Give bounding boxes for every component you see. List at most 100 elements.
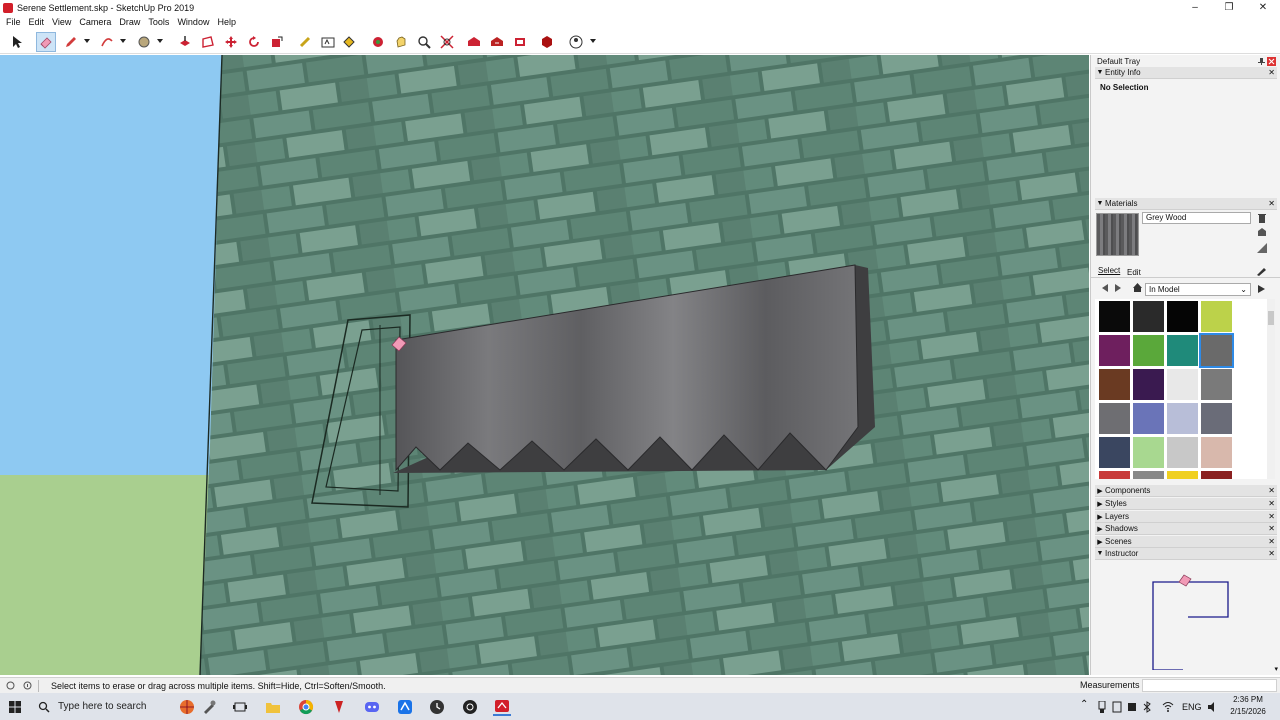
shadows-header[interactable]: ▶ Shadows ✕ — [1095, 523, 1277, 535]
zoom-tool-icon[interactable] — [414, 32, 434, 52]
entity-info-header[interactable]: ▼ Entity Info ✕ — [1095, 67, 1277, 79]
text-tool-icon[interactable] — [318, 32, 338, 52]
material-swatch-selected[interactable] — [1199, 333, 1234, 368]
material-swatch[interactable] — [1167, 437, 1198, 468]
materials-header[interactable]: ▼ Materials ✕ — [1095, 198, 1277, 210]
material-swatch[interactable] — [1099, 471, 1130, 479]
share-model-icon[interactable] — [487, 32, 507, 52]
eraser-tool-icon[interactable] — [36, 32, 56, 52]
orbit-tool-icon[interactable] — [368, 32, 388, 52]
zoom-extents-tool-icon[interactable] — [437, 32, 457, 52]
shapes-tool-icon[interactable] — [134, 32, 154, 52]
app-clock-icon[interactable] — [428, 698, 446, 716]
account-dropdown-icon[interactable] — [590, 38, 596, 44]
panel-close-icon[interactable]: ✕ — [1268, 199, 1275, 208]
app-logo-icon[interactable] — [461, 698, 479, 716]
paint-bucket-tool-icon[interactable] — [339, 32, 359, 52]
material-swatch[interactable] — [1167, 369, 1198, 400]
scenes-header[interactable]: ▶ Scenes ✕ — [1095, 536, 1277, 548]
layers-header[interactable]: ▶ Layers ✕ — [1095, 511, 1277, 523]
account-icon[interactable] — [566, 32, 586, 52]
pencil-tool-icon[interactable] — [61, 32, 81, 52]
menu-file[interactable]: File — [2, 17, 25, 27]
material-swatch[interactable] — [1201, 301, 1232, 332]
pan-tool-icon[interactable] — [391, 32, 411, 52]
material-swatch[interactable] — [1201, 369, 1232, 400]
material-swatch[interactable] — [1133, 369, 1164, 400]
panel-close-icon[interactable]: ✕ — [1268, 549, 1275, 558]
menu-camera[interactable]: Camera — [75, 17, 115, 27]
material-swatch[interactable] — [1099, 437, 1130, 468]
file-explorer-icon[interactable] — [264, 698, 282, 716]
geo-location-icon[interactable] — [6, 681, 15, 690]
create-material-icon[interactable] — [1257, 227, 1267, 237]
3d-warehouse-icon[interactable] — [464, 32, 484, 52]
pin-icon[interactable] — [1258, 58, 1265, 65]
scrollbar-thumb[interactable] — [1268, 311, 1274, 325]
menu-view[interactable]: View — [48, 17, 75, 27]
material-swatch[interactable] — [1133, 437, 1164, 468]
tools-app-icon[interactable] — [200, 698, 218, 716]
material-swatch[interactable] — [1099, 301, 1130, 332]
rotate-tool-icon[interactable] — [244, 32, 264, 52]
panel-close-icon[interactable]: ✕ — [1268, 499, 1275, 508]
layout-send-icon[interactable] — [510, 32, 530, 52]
shapes-dropdown-icon[interactable] — [157, 38, 163, 44]
sketchup-taskbar-icon[interactable] — [493, 698, 511, 716]
basketball-icon[interactable] — [178, 698, 196, 716]
components-header[interactable]: ▶ Components ✕ — [1095, 485, 1277, 497]
trash-icon[interactable] — [1257, 213, 1267, 223]
material-swatch[interactable] — [1133, 403, 1164, 434]
material-swatch[interactable] — [1099, 403, 1130, 434]
tray-close-icon[interactable] — [1267, 57, 1276, 66]
task-view-icon[interactable] — [231, 698, 249, 716]
default-material-icon[interactable] — [1257, 243, 1267, 253]
panel-close-icon[interactable]: ✕ — [1268, 524, 1275, 533]
material-name-field[interactable]: Grey Wood — [1142, 212, 1251, 224]
panel-close-icon[interactable]: ✕ — [1268, 486, 1275, 495]
language-indicator[interactable]: ENG — [1182, 702, 1202, 712]
material-swatch[interactable] — [1167, 335, 1198, 366]
usb-icon[interactable] — [1097, 701, 1107, 713]
media-icon[interactable] — [1112, 701, 1122, 713]
instructor-header[interactable]: ▼ Instructor ✕ — [1095, 548, 1277, 560]
menu-window[interactable]: Window — [173, 17, 213, 27]
3d-viewport[interactable] — [0, 55, 1089, 675]
discord-icon[interactable] — [363, 698, 381, 716]
back-arrow-icon[interactable] — [1100, 283, 1110, 293]
bluetooth-icon[interactable] — [1141, 701, 1153, 713]
panel-close-icon[interactable]: ✕ — [1268, 537, 1275, 546]
menu-edit[interactable]: Edit — [25, 17, 49, 27]
material-swatch[interactable] — [1201, 403, 1232, 434]
material-swatch[interactable] — [1133, 471, 1164, 479]
sketchup-blue-icon[interactable] — [396, 698, 414, 716]
menu-help[interactable]: Help — [213, 17, 240, 27]
sample-paint-icon[interactable] — [1256, 265, 1267, 276]
push-pull-tool-icon[interactable] — [175, 32, 195, 52]
pencil-dropdown-icon[interactable] — [84, 38, 90, 44]
windows-start-icon[interactable] — [6, 698, 24, 716]
material-swatch[interactable] — [1201, 437, 1232, 468]
scene-canvas[interactable] — [0, 55, 1089, 675]
gpu-icon[interactable] — [1127, 701, 1137, 713]
show-hidden-icons-icon[interactable]: ⌃ — [1080, 699, 1088, 710]
forward-arrow-icon[interactable] — [1113, 283, 1123, 293]
wifi-icon[interactable] — [1162, 701, 1174, 713]
arc-dropdown-icon[interactable] — [120, 38, 126, 44]
app-red-icon[interactable] — [330, 698, 348, 716]
collection-select[interactable]: In Model ⌄ — [1145, 283, 1251, 296]
clock-date[interactable]: 2/15/2026 — [1226, 707, 1270, 716]
measurements-box[interactable] — [1142, 679, 1277, 692]
tab-edit[interactable]: Edit — [1127, 268, 1141, 277]
material-swatch[interactable] — [1133, 335, 1164, 366]
material-swatch[interactable] — [1167, 471, 1198, 479]
close-button[interactable]: ✕ — [1246, 0, 1280, 15]
move-tool-icon[interactable] — [221, 32, 241, 52]
credits-icon[interactable] — [23, 681, 32, 690]
material-swatch[interactable] — [1099, 335, 1130, 366]
material-swatch[interactable] — [1133, 301, 1164, 332]
home-icon[interactable] — [1132, 282, 1143, 293]
maximize-button[interactable]: ❐ — [1212, 0, 1246, 15]
menu-tools[interactable]: Tools — [144, 17, 173, 27]
tab-select[interactable]: Select — [1098, 266, 1120, 275]
